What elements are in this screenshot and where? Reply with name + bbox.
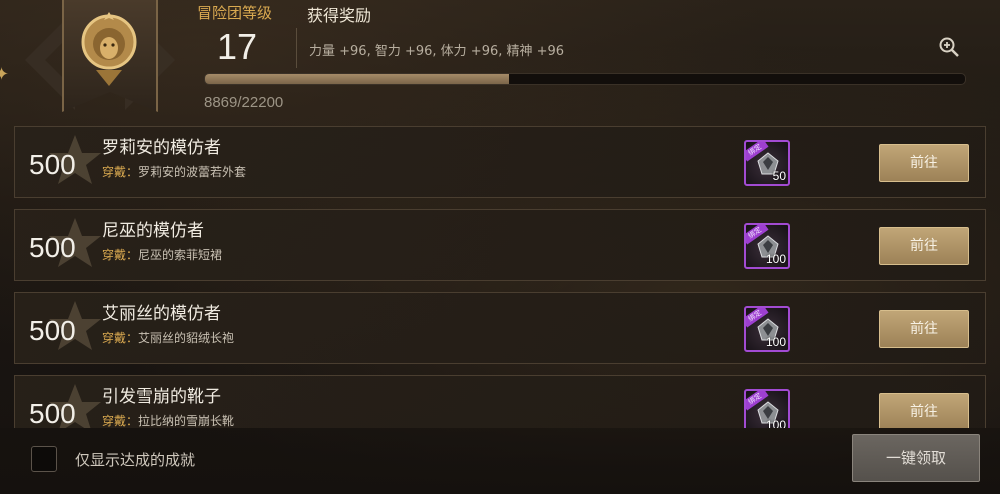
achievement-title: 艾丽丝的模仿者 <box>102 304 221 324</box>
achievement-requirement: 穿戴：罗莉安的波蕾若外套 <box>102 163 246 180</box>
achievement-points: 500 <box>29 149 76 180</box>
requirement-key: 穿戴： <box>102 331 139 345</box>
achievement-row: 500 罗莉安的模仿者 穿戴：罗莉安的波蕾若外套 绑定 50 前往 <box>14 126 986 198</box>
claim-all-button[interactable]: 一键领取 <box>852 434 980 482</box>
reward-item[interactable]: 绑定 100 <box>744 389 790 428</box>
achievement-points: 500 <box>29 232 76 263</box>
achievement-requirement: 穿戴：拉比纳的雪崩长靴 <box>102 412 234 428</box>
requirement-key: 穿戴： <box>102 414 139 428</box>
requirement-value: 艾丽丝的貂绒长袍 <box>138 331 235 345</box>
level-label: 冒险团等级 <box>197 4 273 22</box>
level-number: 17 <box>217 26 258 67</box>
go-button[interactable]: 前往 <box>879 393 969 428</box>
divider <box>296 28 297 68</box>
reward-item[interactable]: 绑定 100 <box>744 223 790 269</box>
reward-item[interactable]: 绑定 100 <box>744 306 790 352</box>
achievement-row: 500 引发雪崩的靴子 穿戴：拉比纳的雪崩长靴 绑定 100 前往 <box>14 375 986 428</box>
achievement-row: 500 尼巫的模仿者 穿戴：尼巫的索菲短裙 绑定 100 前往 <box>14 209 986 281</box>
achievement-points: 500 <box>29 398 76 428</box>
lion-emblem-icon <box>81 12 137 86</box>
zoom-in-icon[interactable] <box>938 36 960 58</box>
achievement-title: 引发雪崩的靴子 <box>102 387 221 407</box>
requirement-value: 罗莉安的波蕾若外套 <box>138 165 247 179</box>
go-button[interactable]: 前往 <box>879 310 969 348</box>
xp-progress-bar <box>204 73 966 85</box>
achievement-title: 罗莉安的模仿者 <box>102 138 221 158</box>
requirement-value: 尼巫的索菲短裙 <box>138 248 223 262</box>
go-button[interactable]: 前往 <box>879 227 969 265</box>
item-count: 100 <box>765 252 786 266</box>
item-count: 100 <box>765 335 786 349</box>
achieved-only-label[interactable]: 仅显示达成的成就 <box>75 449 195 470</box>
requirement-key: 穿戴： <box>102 165 139 179</box>
item-count: 50 <box>772 169 786 183</box>
header: ✦ 冒险团等级 17 获得奖励 力量 +96, 智力 +96, 体力 +96, … <box>0 0 1000 125</box>
item-count: 100 <box>765 418 786 428</box>
achievement-points: 500 <box>29 315 76 346</box>
achievement-requirement: 穿戴：尼巫的索菲短裙 <box>102 246 222 263</box>
achievement-row: 500 艾丽丝的模仿者 穿戴：艾丽丝的貂绒长袍 绑定 100 前往 <box>14 292 986 364</box>
star-icon: ✦ <box>0 64 10 85</box>
reward-stats: 力量 +96, 智力 +96, 体力 +96, 精神 +96 <box>309 44 565 59</box>
achievement-title: 尼巫的模仿者 <box>102 221 204 241</box>
reward-title: 获得奖励 <box>307 6 372 25</box>
achievement-list[interactable]: 500 罗莉安的模仿者 穿戴：罗莉安的波蕾若外套 绑定 50 前往 500 尼巫… <box>14 126 986 428</box>
reward-item[interactable]: 绑定 50 <box>744 140 790 186</box>
xp-text: 8869/22200 <box>204 94 284 111</box>
xp-progress-fill <box>205 74 509 84</box>
achieved-only-checkbox[interactable] <box>31 446 57 472</box>
requirement-value: 拉比纳的雪崩长靴 <box>138 414 235 428</box>
go-button[interactable]: 前往 <box>879 144 969 182</box>
requirement-key: 穿戴： <box>102 248 139 262</box>
achievement-requirement: 穿戴：艾丽丝的貂绒长袍 <box>102 329 234 346</box>
